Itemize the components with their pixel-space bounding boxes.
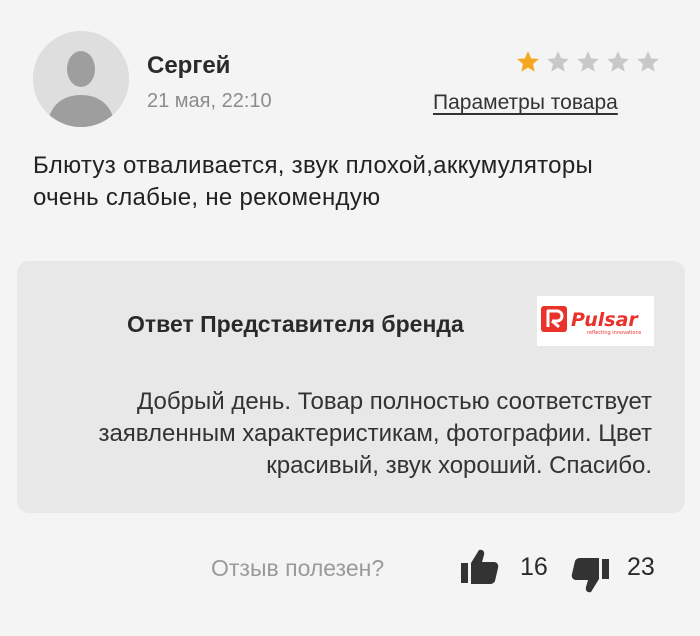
review-date: 21 мая, 22:10 [147,90,272,112]
brand-logo: Pulsar reflecting innovations [537,296,654,346]
thumb-down-icon [571,558,609,593]
review-text: Блютуз отваливается, звук плохой,аккумул… [33,152,594,211]
user-placeholder-icon [33,31,129,127]
like-button[interactable] [458,545,502,589]
avatar [33,31,129,127]
rating-stars [515,49,661,75]
star-icon [575,49,601,75]
star-icon [635,49,661,75]
brand-reply-title: Ответ Представителя бренда [127,311,464,337]
brand-reply-card: Ответ Представителя бренда Pulsar reflec… [17,261,685,513]
svg-text:reflecting innovations: reflecting innovations [587,330,642,336]
review-card: Сергей 21 мая, 22:10 Параметры товара Бл… [0,0,700,636]
product-params-link[interactable]: Параметры товара [433,91,618,115]
star-icon [605,49,631,75]
helpful-label: Отзыв полезен? [211,555,385,581]
star-icon [515,49,541,75]
thumb-up-icon [461,549,499,584]
like-count: 16 [520,553,548,581]
svg-text:Pulsar: Pulsar [571,309,639,331]
brand-reply-text: Добрый день. Товар полностью соответству… [98,388,652,479]
helpful-footer: Отзыв полезен? 16 23 [0,545,700,595]
review-author: Сергей [147,52,231,79]
star-icon [545,49,571,75]
dislike-button[interactable] [568,553,612,597]
dislike-count: 23 [627,553,655,581]
